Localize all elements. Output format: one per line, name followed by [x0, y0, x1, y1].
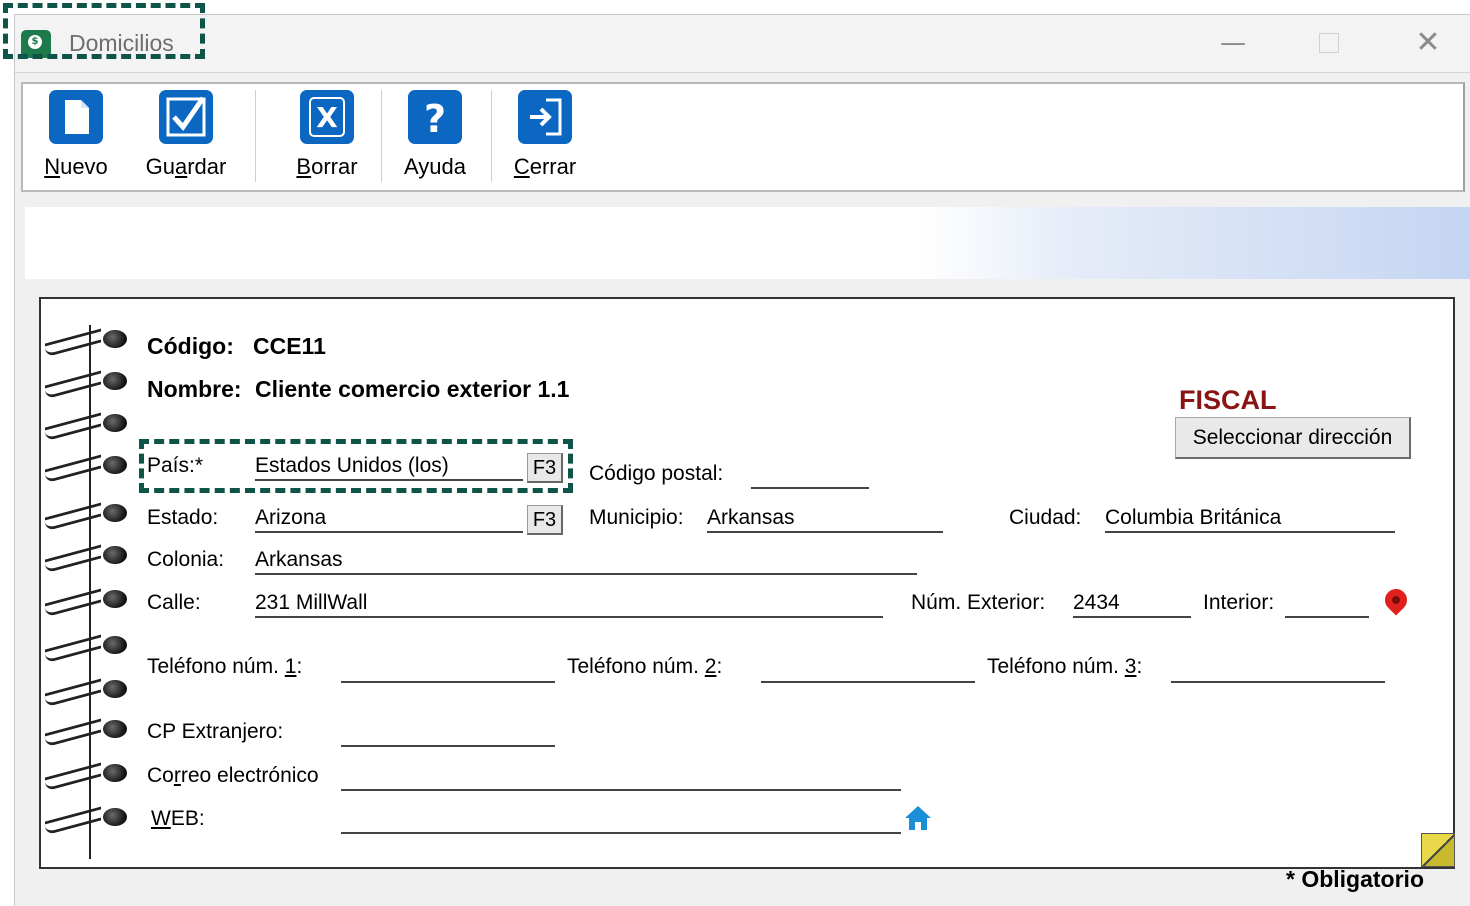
map-pin-icon[interactable]: [1380, 584, 1412, 616]
help-button[interactable]: ? Ayuda: [397, 90, 473, 180]
pais-highlight: [139, 439, 573, 493]
nombre-label: Nombre:: [147, 376, 242, 402]
binder-ring: [45, 634, 131, 665]
telefono2-label: Teléfono núm. 2:: [567, 655, 723, 678]
codigo-postal-label: Código postal:: [589, 462, 724, 485]
correo-label: Correo electrónico: [147, 764, 319, 787]
binder-ring: [45, 502, 131, 533]
delete-x-icon: X: [300, 90, 354, 144]
estado-label: Estado:: [147, 506, 219, 529]
toolbar: Nuevo Guardar X Borrar ? Ayuda Cerrar: [21, 82, 1465, 192]
telefono3-field[interactable]: [1171, 653, 1385, 683]
new-button[interactable]: Nuevo: [41, 90, 111, 180]
toolbar-separator: [381, 90, 382, 182]
obligatorio-note: * Obligatorio: [1286, 866, 1424, 892]
calle-field[interactable]: 231 MillWall: [255, 588, 883, 618]
num-exterior-label: Núm. Exterior:: [911, 591, 1046, 614]
toolbar-separator: [255, 90, 256, 182]
codigo-label: Código:: [147, 333, 234, 359]
colonia-field[interactable]: Arkansas: [255, 545, 917, 575]
telefono2-field[interactable]: [761, 653, 975, 683]
maximize-icon: [1319, 33, 1339, 53]
maximize-button[interactable]: [1306, 23, 1352, 63]
telefono1-label: Teléfono núm. 1:: [147, 655, 303, 678]
save-button[interactable]: Guardar: [143, 90, 229, 180]
binder-ring: [45, 588, 131, 619]
binder-ring: [45, 370, 131, 401]
estado-field[interactable]: Arizona: [255, 503, 523, 533]
header-banner: [25, 207, 1470, 279]
nombre-value: Cliente comercio exterior 1.1: [255, 376, 570, 402]
binder-ring: [45, 806, 131, 837]
select-address-button[interactable]: Seleccionar dirección: [1175, 417, 1411, 459]
codigo-postal-field[interactable]: [751, 459, 869, 489]
telefono3-label: Teléfono núm. 3:: [987, 655, 1143, 678]
close-label: Cerrar: [513, 154, 577, 179]
cp-extranjero-field[interactable]: [341, 717, 555, 747]
fiscal-label: FISCAL: [1179, 385, 1277, 415]
ciudad-label: Ciudad:: [1009, 506, 1082, 529]
checkmark-icon: [159, 90, 213, 144]
colonia-label: Colonia:: [147, 548, 225, 571]
close-window-button[interactable]: ✕: [1405, 23, 1451, 63]
new-document-icon: [49, 90, 103, 144]
toolbar-separator: [491, 90, 492, 182]
minimize-button[interactable]: —: [1210, 23, 1256, 63]
binder-ring: [45, 544, 131, 575]
binder-ring: [45, 412, 131, 443]
binder-ring: [45, 718, 131, 749]
municipio-label: Municipio:: [589, 506, 684, 529]
delete-label: Borrar: [296, 154, 358, 179]
help-label: Ayuda: [404, 154, 466, 179]
telefono1-field[interactable]: [341, 653, 555, 683]
codigo-value: CCE11: [253, 333, 326, 359]
title-bar: Domicilios — ✕: [15, 15, 1470, 73]
svg-text:X: X: [316, 101, 338, 134]
binder-ring: [45, 328, 131, 359]
interior-label: Interior:: [1203, 591, 1275, 614]
estado-f3-button[interactable]: F3: [527, 505, 563, 535]
binder-ring: [45, 762, 131, 793]
question-icon: ?: [408, 90, 462, 144]
ciudad-field[interactable]: Columbia Británica: [1105, 503, 1395, 533]
calle-label: Calle:: [147, 591, 201, 614]
save-label: Guardar: [145, 154, 227, 179]
web-field[interactable]: [341, 804, 901, 834]
binder-ring: [45, 678, 131, 709]
interior-field[interactable]: [1285, 588, 1369, 618]
page-corner-icon: [1421, 833, 1455, 867]
binder-ring: [45, 454, 131, 485]
new-label: Nuevo: [44, 154, 108, 179]
svg-text:?: ?: [424, 97, 446, 141]
exit-door-icon: [518, 90, 572, 144]
address-form-panel: Código: CCE11 Nombre: Cliente comercio e…: [39, 297, 1455, 869]
home-icon[interactable]: [903, 803, 933, 833]
num-exterior-field[interactable]: 2434: [1073, 588, 1191, 618]
cp-extranjero-label: CP Extranjero:: [147, 720, 284, 743]
title-highlight: [3, 3, 205, 59]
delete-button[interactable]: X Borrar: [289, 90, 365, 180]
municipio-field[interactable]: Arkansas: [707, 503, 943, 533]
close-button[interactable]: Cerrar: [507, 90, 583, 180]
correo-field[interactable]: [341, 761, 901, 791]
web-label: WEB:: [151, 807, 205, 830]
domicilios-window: Domicilios — ✕ Nuevo Guardar X Borrar: [14, 14, 1470, 906]
